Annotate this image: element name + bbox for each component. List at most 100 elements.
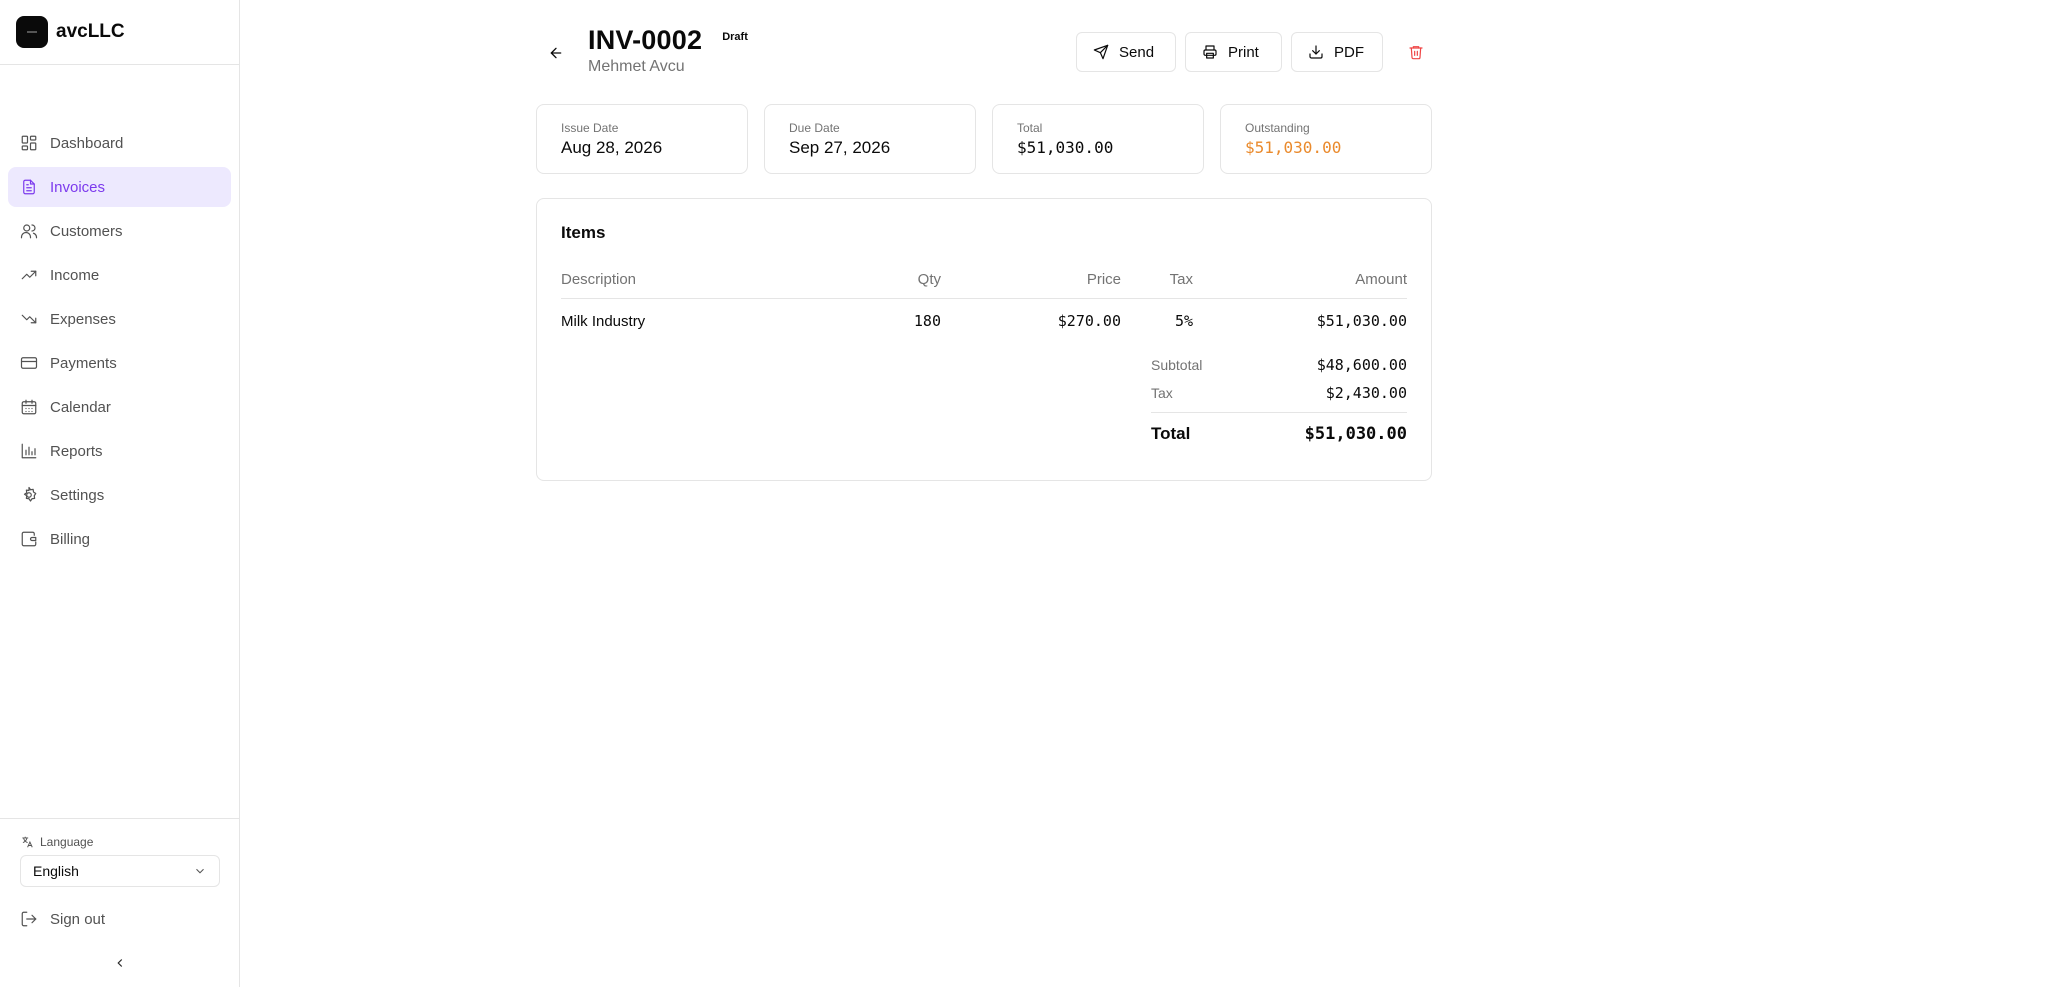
items-table-header: Description Qty Price Tax Amount	[561, 271, 1407, 299]
credit-card-icon	[20, 357, 38, 369]
column-tax: Tax	[1121, 271, 1193, 299]
sidebar-item-label: Settings	[50, 486, 105, 504]
invoice-detail: INV-0002 Draft Mehmet Avcu Send Print PD…	[536, 22, 1432, 481]
outstanding-label: Outstanding	[1245, 121, 1310, 135]
brand-logo-icon	[16, 16, 48, 48]
sidebar-footer: Language English Sign out	[0, 818, 239, 987]
language-select-value: English	[33, 863, 79, 879]
sidebar-item-reports[interactable]: Reports	[8, 431, 231, 471]
items-table: Description Qty Price Tax Amount Milk In…	[561, 271, 1407, 339]
status-badge: Draft	[722, 31, 748, 43]
total-label: Total	[1017, 121, 1043, 135]
send-button-label: Send	[1119, 43, 1155, 61]
items-card: Items Description Qty Price Tax Amount M…	[536, 198, 1432, 481]
sidebar-item-dashboard[interactable]: Dashboard	[8, 123, 231, 163]
invoice-actions: Send Print PDF	[1076, 32, 1432, 72]
total-card: Total $51,030.00	[992, 104, 1204, 174]
column-qty: Qty	[861, 271, 941, 299]
collapse-sidebar-button[interactable]	[20, 939, 219, 987]
print-button-label: Print	[1228, 43, 1259, 61]
sidebar-item-label: Dashboard	[50, 134, 124, 152]
issue-date-value: Aug 28, 2026	[561, 138, 663, 157]
sidebar-item-label: Payments	[50, 354, 117, 372]
sidebar-item-income[interactable]: Income	[8, 255, 231, 295]
due-date-value: Sep 27, 2026	[789, 138, 891, 157]
grand-total-label: Total	[1151, 423, 1191, 443]
arrow-left-icon	[550, 47, 562, 59]
grand-total-value: $51,030.00	[1304, 423, 1407, 444]
tax-row: Tax $2,430.00	[1151, 379, 1407, 407]
issue-date-label: Issue Date	[561, 121, 619, 135]
sidebar-item-expenses[interactable]: Expenses	[8, 299, 231, 339]
app-root: avcLLC Dashboard Invoices Customers Inco…	[0, 0, 2047, 987]
sidebar-item-label: Billing	[50, 530, 91, 548]
total-value: $51,030.00	[1017, 138, 1114, 157]
sidebar-item-customers[interactable]: Customers	[8, 211, 231, 251]
grand-total-row: Total $51,030.00	[1151, 412, 1407, 448]
column-description: Description	[561, 271, 861, 299]
items-title: Items	[561, 223, 606, 242]
sidebar-item-label: Reports	[50, 442, 103, 460]
sign-out-button[interactable]: Sign out	[20, 899, 219, 939]
wallet-icon	[21, 531, 37, 547]
trash-icon	[1409, 46, 1423, 60]
outstanding-card: Outstanding $51,030.00	[1220, 104, 1432, 174]
table-row: Milk Industry 180 $270.00 5% $51,030.00	[561, 299, 1407, 340]
sidebar: avcLLC Dashboard Invoices Customers Inco…	[0, 0, 240, 987]
dashboard-icon	[21, 135, 37, 151]
sidebar-item-payments[interactable]: Payments	[8, 343, 231, 383]
sidebar-item-label: Invoices	[50, 178, 106, 196]
send-icon	[1093, 44, 1109, 60]
back-button[interactable]	[544, 41, 568, 65]
column-amount: Amount	[1193, 271, 1407, 299]
send-button[interactable]: Send	[1076, 32, 1176, 72]
pdf-button-label: PDF	[1334, 43, 1364, 61]
item-tax: 5%	[1174, 312, 1193, 330]
sidebar-item-calendar[interactable]: Calendar	[8, 387, 231, 427]
customer-name[interactable]: Mehmet Avcu	[588, 58, 748, 76]
item-amount: $51,030.00	[1316, 312, 1407, 330]
download-icon	[1309, 45, 1323, 59]
tax-value: $2,430.00	[1325, 384, 1407, 402]
main-content: INV-0002 Draft Mehmet Avcu Send Print PD…	[240, 0, 2047, 987]
invoice-title-row: INV-0002 Draft	[588, 22, 748, 58]
log-out-icon	[21, 911, 37, 927]
due-date-card: Due Date Sep 27, 2026	[764, 104, 976, 174]
sidebar-item-label: Income	[50, 266, 100, 284]
print-button[interactable]: Print	[1185, 32, 1282, 72]
invoice-number: INV-0002	[588, 25, 703, 55]
subtotal-value: $48,600.00	[1316, 356, 1407, 374]
users-icon	[20, 224, 38, 239]
totals-summary: Subtotal $48,600.00 Tax $2,430.00 Total …	[1151, 351, 1407, 448]
tax-label: Tax	[1151, 385, 1173, 401]
brand[interactable]: avcLLC	[0, 0, 239, 65]
gear-icon	[23, 486, 37, 502]
sidebar-item-billing[interactable]: Billing	[8, 519, 231, 559]
sidebar-item-label: Customers	[50, 222, 123, 240]
delete-button[interactable]	[1400, 36, 1432, 68]
pdf-button[interactable]: PDF	[1291, 32, 1383, 72]
subtotal-row: Subtotal $48,600.00	[1151, 351, 1407, 379]
calendar-icon	[21, 399, 37, 415]
language-label: Language	[20, 835, 219, 849]
sidebar-item-settings[interactable]: Settings	[8, 475, 231, 515]
translate-icon	[22, 836, 33, 848]
due-date-label: Due Date	[789, 121, 840, 135]
issue-date-card: Issue Date Aug 28, 2026	[536, 104, 748, 174]
item-description: Milk Industry	[561, 312, 646, 330]
invoice-stats: Issue Date Aug 28, 2026 Due Date Sep 27,…	[536, 104, 1432, 174]
trending-up-icon	[21, 270, 37, 280]
sidebar-item-label: Calendar	[50, 398, 111, 416]
invoice-icon	[23, 179, 35, 195]
sidebar-item-label: Expenses	[50, 310, 116, 328]
bar-chart-icon	[21, 443, 37, 459]
sidebar-nav: Dashboard Invoices Customers Income Expe…	[0, 123, 239, 559]
item-price: $270.00	[1057, 312, 1121, 330]
subtotal-label: Subtotal	[1151, 357, 1203, 373]
sign-out-label: Sign out	[50, 910, 106, 928]
language-label-text: Language	[40, 835, 94, 849]
language-select[interactable]: English	[20, 855, 220, 887]
trending-down-icon	[21, 314, 37, 324]
sidebar-item-invoices[interactable]: Invoices	[8, 167, 231, 207]
